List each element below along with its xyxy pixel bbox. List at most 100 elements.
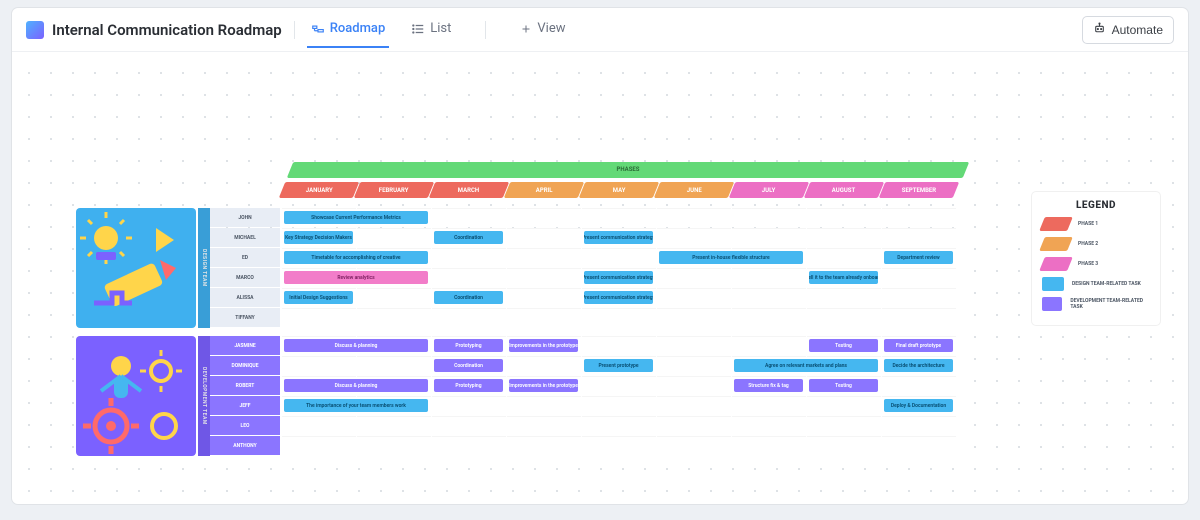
- tab-label: View: [537, 21, 565, 36]
- legend-label: PHASE 3: [1078, 261, 1098, 267]
- grid-cell: [657, 308, 731, 327]
- month-label: AUGUST: [832, 187, 855, 194]
- grid-cell: [357, 356, 431, 375]
- person-cell: JOHN: [210, 208, 280, 227]
- grid-cell: [507, 228, 581, 247]
- legend-swatch: [1042, 297, 1062, 311]
- task-bar[interactable]: Deploy & Documentation: [884, 399, 953, 412]
- task-bar[interactable]: Initial Design Suggestions: [284, 291, 353, 304]
- task-bar[interactable]: Present communication strategy: [584, 291, 653, 304]
- task-bar[interactable]: Final draft prototype: [884, 339, 953, 352]
- grid-cell: [582, 336, 656, 355]
- divider: [294, 21, 295, 39]
- grid-cell: [807, 288, 881, 307]
- person-cell: ALISSA: [210, 288, 280, 307]
- grid-cell: [357, 228, 431, 247]
- task-bar[interactable]: Testing: [809, 339, 878, 352]
- legend-row: DESIGN TEAM-RELATED TASK: [1042, 277, 1150, 291]
- task-bar[interactable]: Key Strategy Decision Makers: [284, 231, 353, 244]
- task-bar[interactable]: Discuss & planning: [284, 379, 428, 392]
- grid-cell: [432, 436, 506, 455]
- task-bar[interactable]: Improvements in the prototype: [509, 379, 578, 392]
- task-bar[interactable]: Coordination: [434, 231, 503, 244]
- tab-label: Roadmap: [330, 21, 386, 36]
- task-bar[interactable]: Present in-house flexible structure: [659, 251, 803, 264]
- month-label: SEPTEMBER: [902, 187, 936, 194]
- task-bar[interactable]: Review analytics: [284, 271, 428, 284]
- grid-cell: [657, 396, 731, 415]
- legend-label: DESIGN TEAM-RELATED TASK: [1072, 281, 1141, 287]
- task-grid-design: Showcase Current Performance Metrics Key …: [282, 208, 957, 328]
- robot-icon: [1093, 22, 1106, 38]
- grid-cell: [807, 208, 881, 227]
- task-bar[interactable]: Prototyping: [434, 339, 503, 352]
- team-block-development: DEVELOPMENT TEAM: [76, 336, 196, 456]
- grid-cell: [357, 416, 431, 435]
- grid-cell: [507, 356, 581, 375]
- person-cell: ANTHONY: [210, 436, 280, 455]
- legend-label: PHASE 2: [1078, 241, 1098, 247]
- month-header: MARCH: [429, 182, 509, 198]
- grid-cell: [732, 308, 806, 327]
- app-frame: Internal Communication Roadmap Roadmap L…: [12, 8, 1188, 504]
- grid-cell: [282, 416, 356, 435]
- grid-cell: [507, 268, 581, 287]
- grid-cell: [282, 356, 356, 375]
- person-cell: ROBERT: [210, 376, 280, 395]
- month-label: JUNE: [687, 187, 702, 194]
- month-header: AUGUST: [804, 182, 884, 198]
- task-bar[interactable]: Prototyping: [434, 379, 503, 392]
- person-rows-dev: JASMINEDOMINIQUEROBERTJEFFLEOANTHONY: [210, 336, 280, 456]
- grid-cell: [507, 396, 581, 415]
- month-header: FEBRUARY: [354, 182, 434, 198]
- task-bar[interactable]: Present prototype: [584, 359, 653, 372]
- legend-label: PHASE 1: [1078, 221, 1098, 227]
- task-bar[interactable]: Present communication strategy: [584, 271, 653, 284]
- grid-cell: [882, 436, 956, 455]
- tab-add-view[interactable]: View: [516, 11, 569, 48]
- whiteboard-canvas[interactable]: PHASES JANUARYFEBRUARYMARCHAPRILMAYJUNEJ…: [12, 52, 1188, 504]
- divider: [485, 21, 486, 39]
- task-bar[interactable]: Decide the architecture: [884, 359, 953, 372]
- grid-cell: [357, 436, 431, 455]
- grid-cell: [582, 436, 656, 455]
- list-icon: [411, 22, 425, 36]
- grid-cell: [807, 248, 881, 267]
- tab-list[interactable]: List: [407, 11, 455, 48]
- task-bar[interactable]: Improvements in the prototype: [509, 339, 578, 352]
- legend-swatch: [1039, 217, 1073, 231]
- task-bar[interactable]: Coordination: [434, 359, 503, 372]
- grid-cell: [882, 416, 956, 435]
- person-rows-design: JOHNMICHAELEDMARCOALISSATIFFANY: [210, 208, 280, 328]
- task-bar[interactable]: Agree on relevant markets and plans: [734, 359, 878, 372]
- task-bar[interactable]: Present communication strategy: [584, 231, 653, 244]
- grid-cell: [807, 228, 881, 247]
- design-team-art-icon: [76, 208, 196, 328]
- app-logo-icon: [26, 21, 44, 39]
- person-cell: TIFFANY: [210, 308, 280, 327]
- task-bar[interactable]: Department review: [884, 251, 953, 264]
- task-bar[interactable]: Discuss & planning: [284, 339, 428, 352]
- task-bar[interactable]: Testing: [809, 379, 878, 392]
- task-bar[interactable]: Coordination: [434, 291, 503, 304]
- task-bar[interactable]: Sell it to the team already onboard: [809, 271, 878, 284]
- task-bar[interactable]: Structure fix & tag: [734, 379, 803, 392]
- grid-cell: [882, 268, 956, 287]
- month-header: JANUARY: [279, 182, 359, 198]
- legend-row: PHASE 1: [1042, 217, 1150, 231]
- grid-cell: [732, 336, 806, 355]
- task-bar[interactable]: Showcase Current Performance Metrics: [284, 211, 428, 224]
- automate-button[interactable]: Automate: [1082, 16, 1174, 44]
- team-side-label: DESIGN TEAM: [198, 208, 210, 328]
- tab-roadmap[interactable]: Roadmap: [307, 11, 390, 48]
- grid-cell: [657, 268, 731, 287]
- automate-label: Automate: [1112, 23, 1163, 37]
- legend-label: DEVELOPMENT TEAM-RELATED TASK: [1070, 298, 1150, 310]
- task-bar[interactable]: Timetable for accomplishing of creative: [284, 251, 428, 264]
- legend-swatch: [1039, 237, 1073, 251]
- grid-cell: [882, 308, 956, 327]
- task-bar[interactable]: The importance of your team members work: [284, 399, 428, 412]
- grid-cell: [732, 288, 806, 307]
- grid-cell: [582, 416, 656, 435]
- grid-cell: [657, 208, 731, 227]
